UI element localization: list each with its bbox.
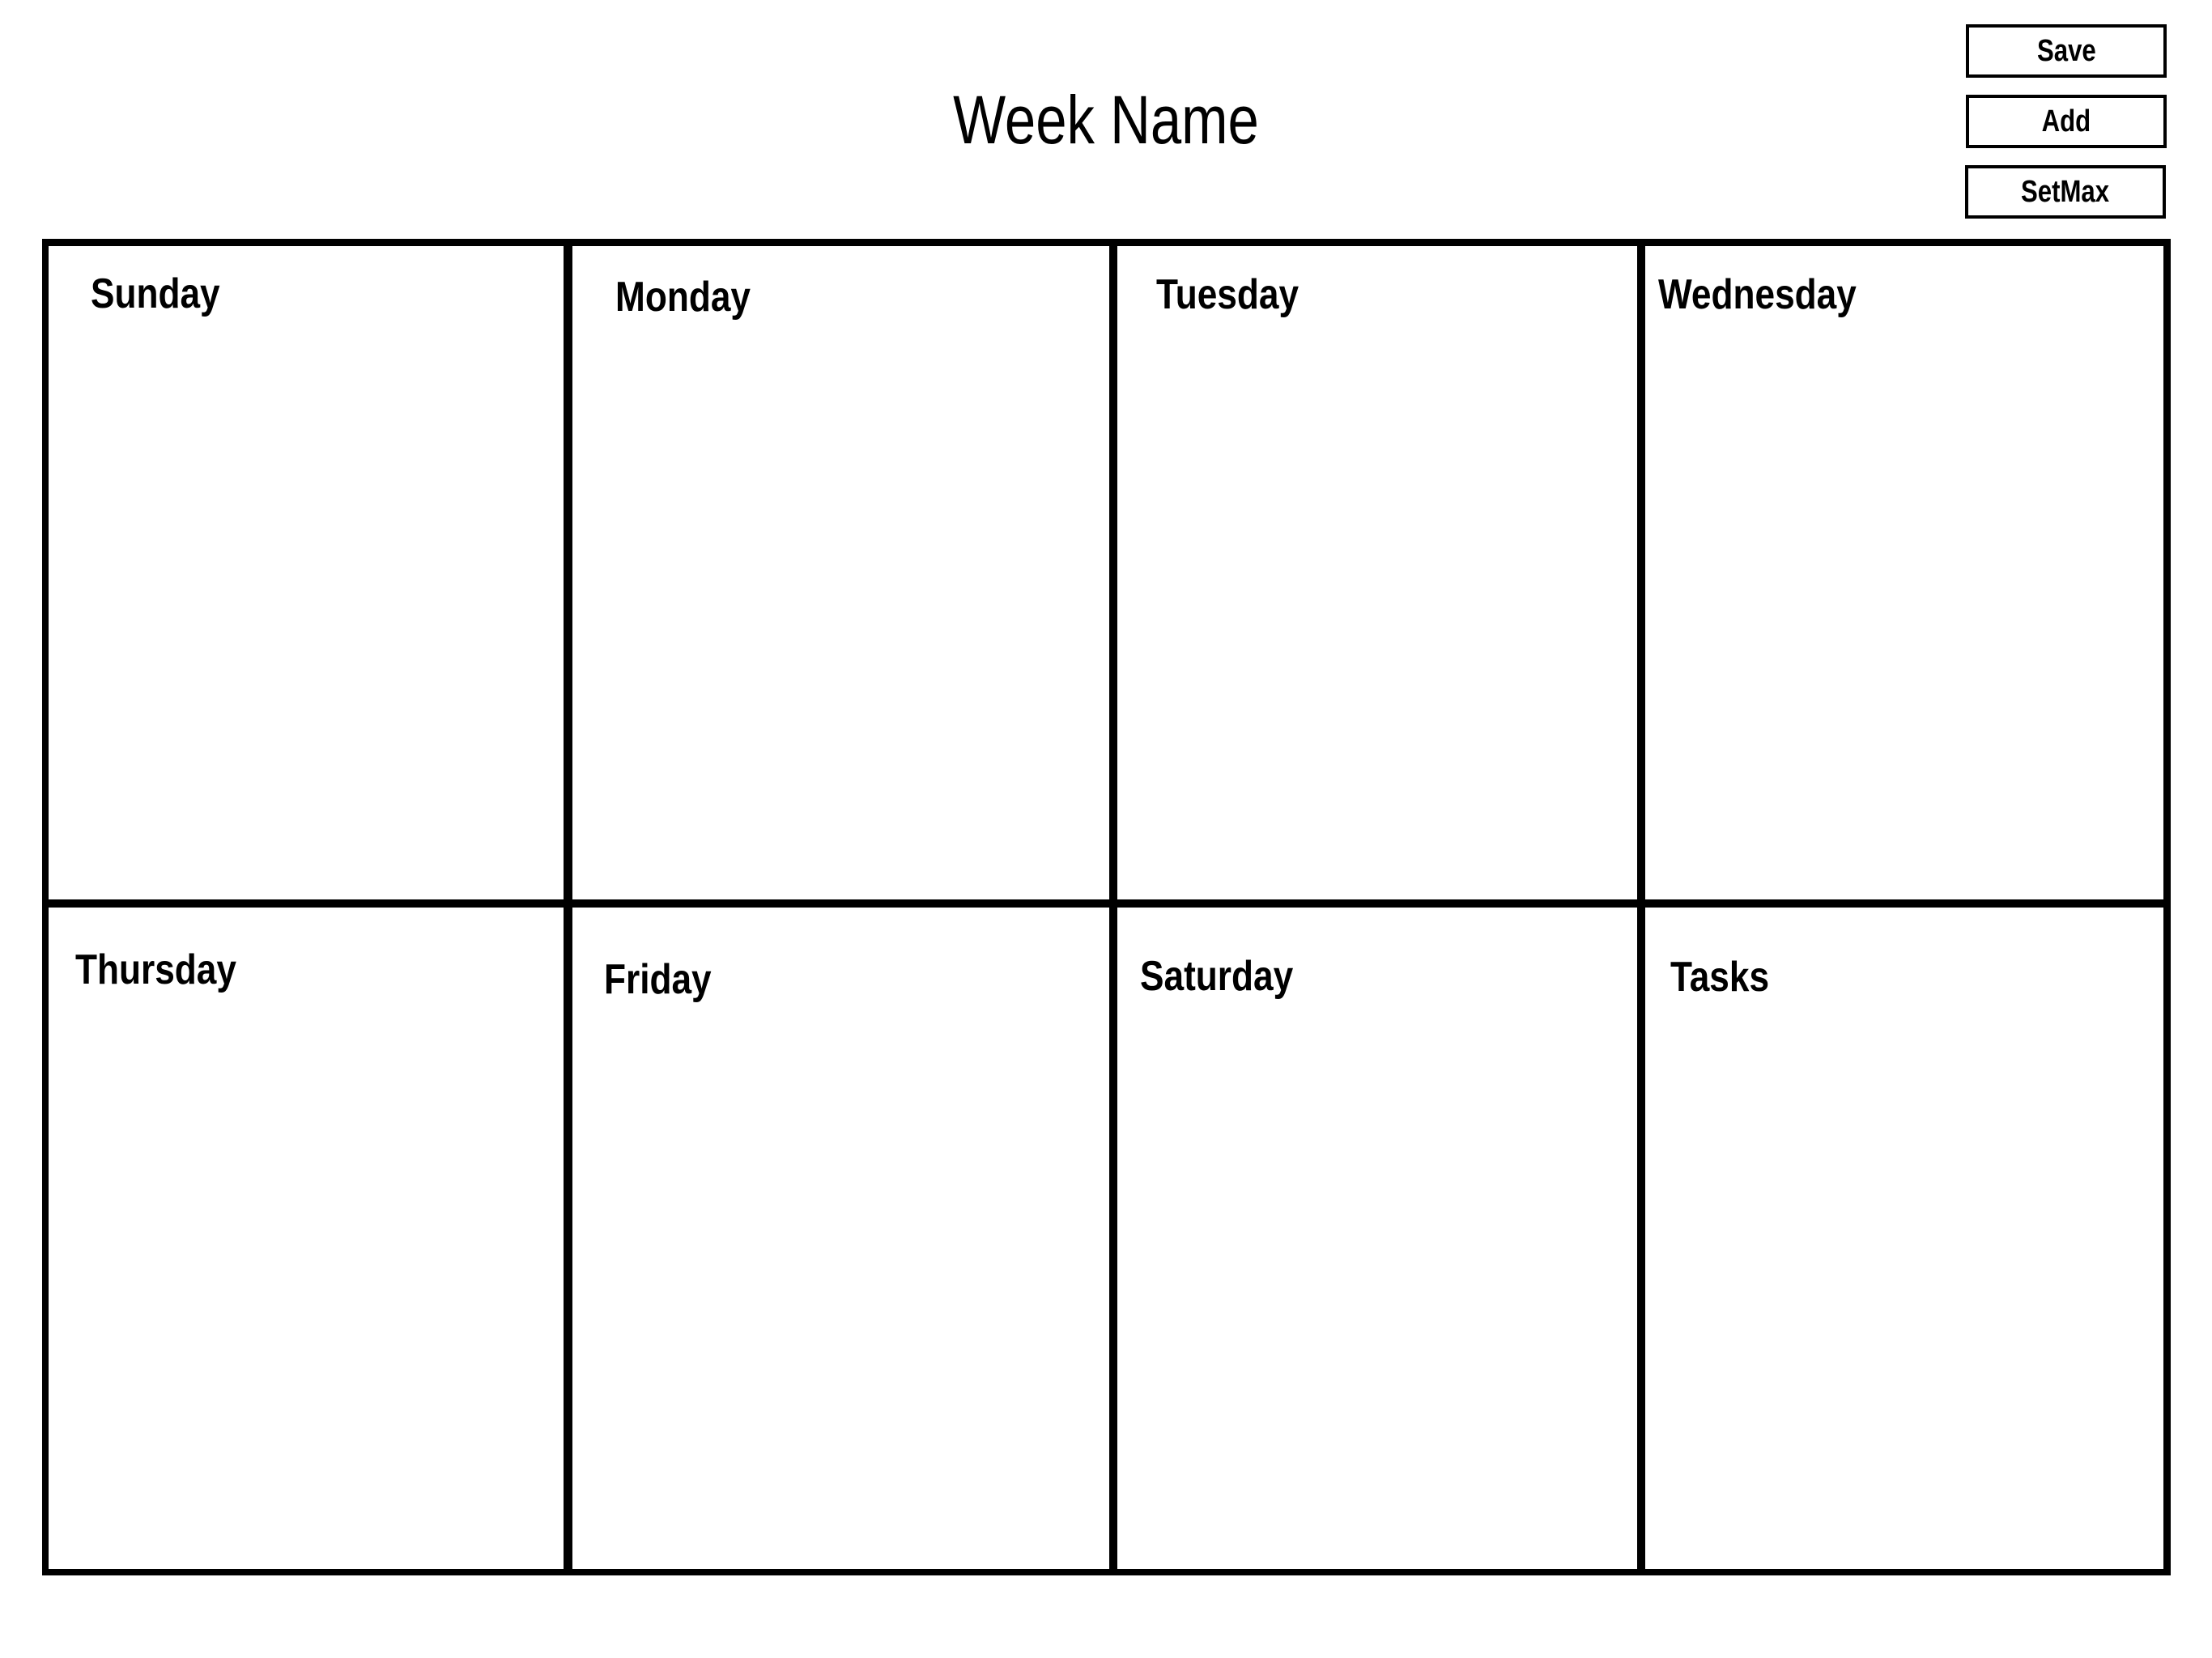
setmax-button[interactable]: SetMax (1965, 165, 2166, 219)
day-label-monday: Monday (615, 274, 751, 321)
grid-row-divider (42, 899, 2170, 908)
week-planner-page: Week Name Save Add SetMax Sunday Monday … (0, 0, 2212, 1658)
day-label-tasks: Tasks (1670, 954, 1770, 1001)
day-label-saturday: Saturday (1140, 953, 1294, 1000)
day-label-friday: Friday (604, 956, 712, 1003)
cell-saturday[interactable] (1117, 908, 1637, 1570)
cell-thursday[interactable] (48, 908, 564, 1570)
grid-col-divider-1 (564, 239, 572, 1575)
add-button-label: Add (2041, 104, 2091, 138)
page-title: Week Name (953, 82, 1259, 158)
cell-monday[interactable] (572, 245, 1109, 899)
save-button-label: Save (2036, 33, 2096, 68)
cell-sunday[interactable] (48, 245, 564, 899)
cell-tuesday[interactable] (1117, 245, 1637, 899)
day-label-tuesday: Tuesday (1156, 271, 1300, 318)
day-label-wednesday: Wednesday (1658, 271, 1857, 318)
grid-top-border (42, 239, 2170, 246)
add-button[interactable]: Add (1966, 95, 2167, 148)
cell-wednesday[interactable] (1645, 245, 2163, 899)
save-button[interactable]: Save (1966, 24, 2167, 78)
grid-bottom-border (42, 1569, 2170, 1575)
grid-col-divider-3 (1637, 239, 1645, 1575)
grid-col-divider-2 (1109, 239, 1117, 1575)
cell-tasks[interactable] (1645, 908, 2163, 1570)
cell-friday[interactable] (572, 908, 1109, 1570)
day-label-thursday: Thursday (75, 946, 236, 993)
setmax-button-label: SetMax (2021, 174, 2110, 209)
day-label-sunday: Sunday (91, 270, 220, 317)
